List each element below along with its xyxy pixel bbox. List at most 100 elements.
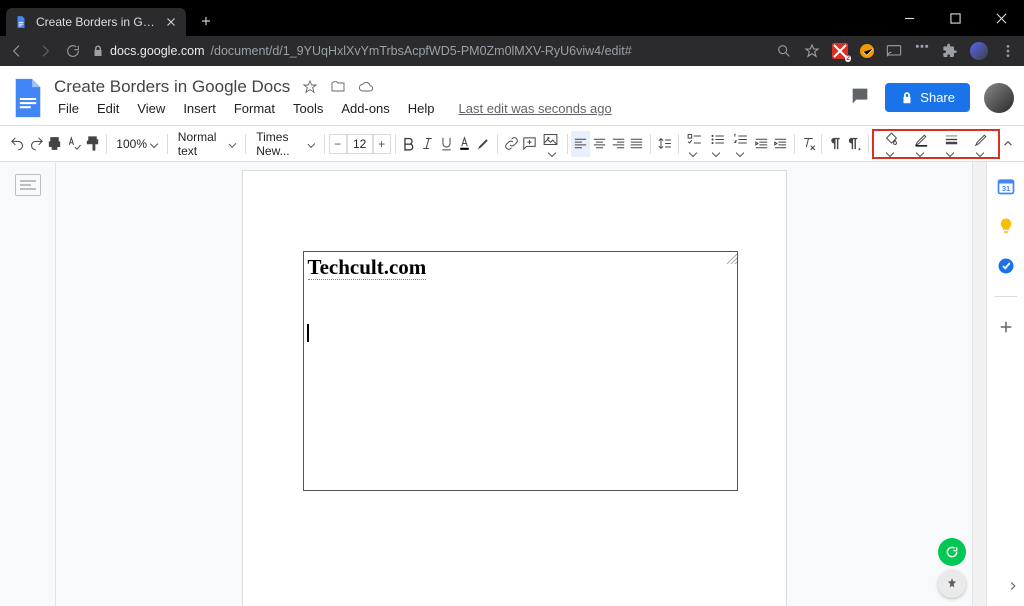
- keep-addon-icon[interactable]: [996, 216, 1016, 236]
- spellcheck-button[interactable]: [64, 131, 83, 157]
- menu-format[interactable]: Format: [230, 99, 279, 118]
- extension-menu-icon[interactable]: [914, 43, 930, 59]
- tasks-addon-icon[interactable]: [996, 256, 1016, 276]
- cell-fill-color-button[interactable]: [876, 131, 906, 157]
- font-size-decrease[interactable]: −: [329, 134, 347, 154]
- bookmark-star-icon[interactable]: [804, 43, 820, 59]
- redo-button[interactable]: [27, 131, 46, 157]
- nav-reload-button[interactable]: [64, 42, 82, 60]
- left-rail: [0, 162, 56, 606]
- window-minimize-button[interactable]: [886, 0, 932, 36]
- clear-formatting-button[interactable]: [799, 131, 818, 157]
- document-outline-button[interactable]: [15, 174, 41, 196]
- print-button[interactable]: [45, 131, 64, 157]
- calendar-addon-icon[interactable]: 31: [996, 176, 1016, 196]
- numbered-list-button[interactable]: [729, 131, 752, 157]
- italic-button[interactable]: [418, 131, 437, 157]
- menu-edit[interactable]: Edit: [93, 99, 123, 118]
- comments-icon[interactable]: [849, 85, 871, 110]
- menu-insert[interactable]: Insert: [179, 99, 220, 118]
- extension-badge-icon[interactable]: 2: [832, 43, 848, 59]
- tab-close-icon[interactable]: [164, 15, 178, 29]
- account-avatar[interactable]: [984, 83, 1014, 113]
- zoom-icon[interactable]: [776, 43, 792, 59]
- side-panel-toggle[interactable]: [1006, 579, 1020, 596]
- svg-text:31: 31: [1001, 184, 1009, 193]
- underline-button[interactable]: [437, 131, 456, 157]
- document-title[interactable]: Create Borders in Google Docs: [54, 77, 290, 97]
- font-size-input[interactable]: 12: [347, 134, 373, 154]
- window-maximize-button[interactable]: [932, 0, 978, 36]
- table-cell[interactable]: Techcult.com: [303, 251, 738, 491]
- star-icon[interactable]: [302, 79, 318, 95]
- align-center-button[interactable]: [590, 131, 609, 157]
- table-tools-highlight: [872, 129, 1000, 159]
- align-left-button[interactable]: [571, 131, 590, 157]
- cloud-status-icon[interactable]: [358, 79, 374, 95]
- right-side-panel: 31: [986, 162, 1024, 606]
- menu-tools[interactable]: Tools: [289, 99, 327, 118]
- paragraph-style-select[interactable]: Normal text: [172, 130, 242, 158]
- text-color-button[interactable]: [456, 131, 475, 157]
- undo-button[interactable]: [8, 131, 27, 157]
- menu-help[interactable]: Help: [404, 99, 439, 118]
- align-right-button[interactable]: [609, 131, 628, 157]
- paint-format-button[interactable]: [83, 131, 102, 157]
- border-dash-button[interactable]: [966, 131, 996, 157]
- toolbar-collapse-button[interactable]: [1000, 137, 1016, 151]
- menu-addons[interactable]: Add-ons: [337, 99, 393, 118]
- highlight-color-button[interactable]: [474, 131, 493, 157]
- menu-file[interactable]: File: [54, 99, 83, 118]
- ltr-direction-icon[interactable]: [845, 131, 864, 157]
- window-titlebar: Create Borders in Google Docs -: [0, 0, 1024, 36]
- add-comment-button[interactable]: [520, 131, 539, 157]
- insert-link-button[interactable]: [502, 131, 521, 157]
- new-tab-button[interactable]: [194, 9, 218, 33]
- bulleted-list-button[interactable]: [706, 131, 729, 157]
- bold-button[interactable]: [399, 131, 418, 157]
- url-path: /document/d/1_9YUqHxlXvYmTrbsAcpfWD5-PM0…: [211, 44, 632, 58]
- indent-decrease-button[interactable]: [753, 131, 772, 157]
- extension-shield-icon[interactable]: [860, 44, 874, 58]
- zoom-select[interactable]: 100%: [110, 137, 163, 151]
- url-bar[interactable]: docs.google.com/document/d/1_9YUqHxlXvYm…: [92, 44, 766, 58]
- checklist-button[interactable]: [682, 131, 705, 157]
- paragraph-marks-icon[interactable]: [826, 131, 845, 157]
- insert-image-button[interactable]: [539, 131, 562, 157]
- border-width-button[interactable]: [936, 131, 966, 157]
- browser-address-bar: docs.google.com/document/d/1_9YUqHxlXvYm…: [0, 36, 1024, 66]
- share-button[interactable]: Share: [885, 83, 970, 112]
- cell-resize-handle-icon[interactable]: [727, 252, 737, 262]
- cast-icon[interactable]: [886, 43, 902, 59]
- font-family-select[interactable]: Times New...: [250, 130, 320, 158]
- page-area: Techcult.com: [56, 162, 972, 606]
- docs-toolbar: 100% Normal text Times New... − 12 +: [0, 126, 1024, 162]
- nav-forward-button[interactable]: [36, 42, 54, 60]
- nav-back-button[interactable]: [8, 42, 26, 60]
- docs-logo-icon[interactable]: [10, 74, 46, 122]
- browser-menu-icon[interactable]: [1000, 43, 1016, 59]
- align-justify-button[interactable]: [627, 131, 646, 157]
- docs-favicon-icon: [14, 15, 28, 29]
- border-color-button[interactable]: [906, 131, 936, 157]
- menu-view[interactable]: View: [133, 99, 169, 118]
- last-edit-status[interactable]: Last edit was seconds ago: [455, 99, 616, 118]
- cell-heading-text[interactable]: Techcult.com: [304, 252, 737, 283]
- font-size-increase[interactable]: +: [373, 134, 391, 154]
- move-folder-icon[interactable]: [330, 79, 346, 95]
- vertical-scrollbar[interactable]: [972, 162, 986, 606]
- grammarly-icon[interactable]: [938, 538, 966, 566]
- menu-bar: File Edit View Insert Format Tools Add-o…: [54, 99, 841, 118]
- add-addon-button[interactable]: [996, 317, 1016, 337]
- document-page[interactable]: Techcult.com: [242, 170, 787, 606]
- explore-button[interactable]: [938, 570, 966, 598]
- extensions-puzzle-icon[interactable]: [942, 43, 958, 59]
- line-spacing-button[interactable]: [655, 131, 674, 157]
- browser-tab-active[interactable]: Create Borders in Google Docs -: [6, 8, 186, 36]
- url-host: docs.google.com: [110, 44, 205, 58]
- share-label: Share: [920, 90, 955, 105]
- window-close-button[interactable]: [978, 0, 1024, 36]
- browser-profile-avatar[interactable]: [970, 42, 988, 60]
- indent-increase-button[interactable]: [771, 131, 790, 157]
- share-lock-icon: [900, 91, 914, 105]
